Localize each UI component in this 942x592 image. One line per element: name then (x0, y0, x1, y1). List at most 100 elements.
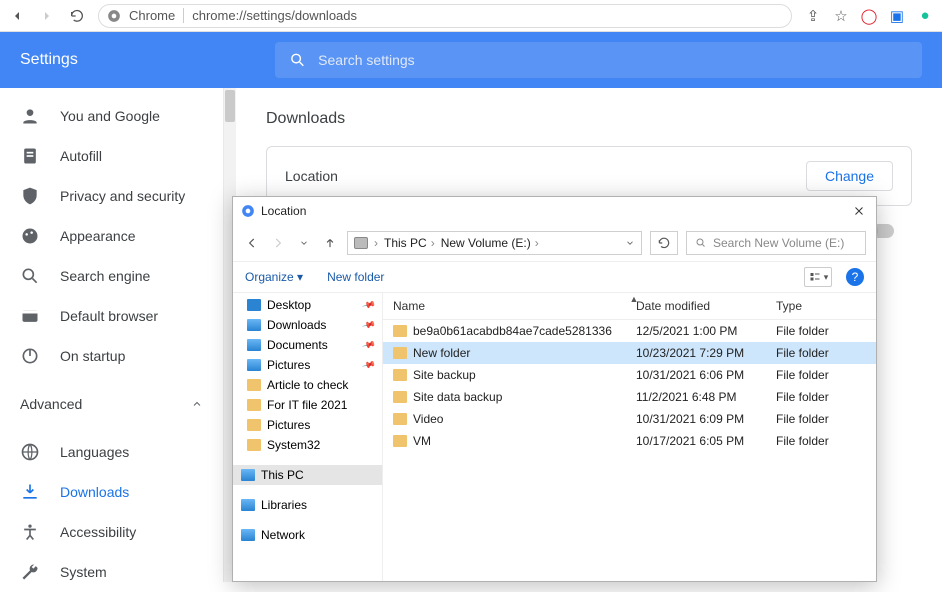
folder-icon (247, 399, 261, 411)
forward-button[interactable] (38, 7, 56, 25)
file-type: File folder (776, 324, 866, 338)
tree-folder[interactable]: System32 (233, 435, 382, 455)
sidebar-advanced-toggle[interactable]: Advanced (0, 384, 223, 424)
tree-this-pc[interactable]: This PC (233, 465, 382, 485)
sidebar-item-label: Search engine (60, 268, 150, 284)
sidebar-item-label: Default browser (60, 308, 158, 324)
dialog-toolbar: Organize ▾ New folder ▾ ? (233, 261, 876, 293)
address-url: chrome://settings/downloads (192, 8, 357, 23)
file-row[interactable]: VM10/17/2021 6:05 PMFile folder (383, 430, 876, 452)
sidebar-item-label: Accessibility (60, 524, 136, 540)
file-row[interactable]: be9a0b61acabdb84ae7cade528133612/5/2021 … (383, 320, 876, 342)
tree-documents[interactable]: Documents (233, 335, 382, 355)
dialog-search[interactable]: Search New Volume (E:) (686, 231, 866, 255)
share-icon[interactable]: ⇪ (804, 7, 822, 25)
sidebar-item-search-engine[interactable]: Search engine (0, 256, 223, 296)
new-folder-button[interactable]: New folder (327, 270, 384, 284)
sidebar-item-you-and-google[interactable]: You and Google (0, 96, 223, 136)
file-row[interactable]: Video10/31/2021 6:09 PMFile folder (383, 408, 876, 430)
documents-icon (247, 339, 261, 351)
reload-button[interactable] (68, 7, 86, 25)
dialog-titlebar: Location (233, 197, 876, 225)
dialog-back-button[interactable] (243, 234, 261, 252)
file-date: 10/31/2021 6:09 PM (636, 412, 776, 426)
dialog-search-placeholder: Search New Volume (E:) (713, 236, 844, 250)
search-icon (20, 266, 40, 286)
sort-indicator-icon: ▲ (630, 294, 639, 304)
dialog-path[interactable]: › This PC› New Volume (E:)› (347, 231, 642, 255)
path-crumb[interactable]: This PC› (384, 236, 435, 250)
back-button[interactable] (8, 7, 26, 25)
tree-desktop[interactable]: Desktop (233, 295, 382, 315)
dialog-recent-dropdown[interactable] (295, 234, 313, 252)
autofill-icon (20, 146, 40, 166)
file-date: 10/17/2021 6:05 PM (636, 434, 776, 448)
file-row[interactable]: New folder 10/23/2021 7:29 PMFile folder (383, 342, 876, 364)
path-crumb[interactable]: New Volume (E:)› (441, 236, 539, 250)
chrome-logo-icon (107, 9, 121, 23)
settings-title: Settings (0, 51, 275, 69)
person-icon (20, 106, 40, 126)
dialog-up-button[interactable] (321, 234, 339, 252)
folder-icon (393, 413, 407, 425)
bookmark-star-icon[interactable]: ☆ (832, 7, 850, 25)
browser-icon (20, 306, 40, 326)
sidebar-item-on-startup[interactable]: On startup (0, 336, 223, 376)
dialog-tree: Desktop Downloads Documents Pictures Art… (233, 293, 383, 581)
folder-icon (393, 391, 407, 403)
dialog-forward-button[interactable] (269, 234, 287, 252)
file-name: New folder (413, 346, 470, 360)
palette-icon (20, 226, 40, 246)
file-row[interactable]: Site data backup11/2/2021 6:48 PMFile fo… (383, 386, 876, 408)
file-date: 12/5/2021 1:00 PM (636, 324, 776, 338)
tree-folder[interactable]: For IT file 2021 (233, 395, 382, 415)
tree-folder[interactable]: Pictures (233, 415, 382, 435)
file-row[interactable]: Site backup10/31/2021 6:06 PMFile folder (383, 364, 876, 386)
dialog-close-button[interactable] (850, 202, 868, 220)
file-name: Site data backup (413, 390, 502, 404)
organize-menu[interactable]: Organize ▾ (245, 270, 303, 284)
sidebar-item-autofill[interactable]: Autofill (0, 136, 223, 176)
sidebar-item-privacy[interactable]: Privacy and security (0, 176, 223, 216)
sidebar-item-accessibility[interactable]: Accessibility (0, 512, 223, 552)
opera-ext-icon[interactable]: ◯ (860, 7, 878, 25)
file-date: 10/23/2021 7:29 PM (636, 346, 776, 360)
settings-search-input[interactable] (318, 52, 908, 68)
tree-libraries[interactable]: Libraries (233, 495, 382, 515)
download-icon (20, 482, 40, 502)
col-name[interactable]: Name (393, 299, 636, 313)
browser-toolbar: Chrome chrome://settings/downloads ⇪ ☆ ◯… (0, 0, 942, 32)
address-bar[interactable]: Chrome chrome://settings/downloads (98, 4, 792, 28)
col-date[interactable]: Date modified (636, 299, 776, 313)
path-dropdown[interactable] (625, 238, 635, 248)
download-icon (247, 319, 261, 331)
ext-icon-2[interactable]: ▣ (888, 7, 906, 25)
tree-network[interactable]: Network (233, 525, 382, 545)
help-button[interactable]: ? (846, 268, 864, 286)
tree-folder[interactable]: Article to check (233, 375, 382, 395)
sidebar-item-default-browser[interactable]: Default browser (0, 296, 223, 336)
dialog-refresh-button[interactable] (650, 231, 678, 255)
tree-downloads[interactable]: Downloads (233, 315, 382, 335)
col-type[interactable]: Type (776, 299, 866, 313)
change-button[interactable]: Change (806, 161, 893, 191)
grammarly-ext-icon[interactable]: ● (916, 7, 934, 25)
folder-icon (393, 369, 407, 381)
list-header: ▲ Name Date modified Type (383, 293, 876, 320)
advanced-label: Advanced (20, 396, 82, 412)
view-options-button[interactable]: ▾ (804, 267, 832, 287)
sidebar-item-languages[interactable]: Languages (0, 432, 223, 472)
tree-pictures[interactable]: Pictures (233, 355, 382, 375)
settings-search[interactable] (275, 42, 922, 78)
settings-header: Settings (0, 32, 942, 88)
sidebar-item-downloads[interactable]: Downloads (0, 472, 223, 512)
sidebar-item-appearance[interactable]: Appearance (0, 216, 223, 256)
folder-icon (393, 325, 407, 337)
file-type: File folder (776, 346, 866, 360)
settings-sidebar: You and Google Autofill Privacy and secu… (0, 88, 224, 582)
location-dialog: Location › This PC› New Volume (E:)› Sea… (232, 196, 877, 582)
wrench-icon (20, 562, 40, 582)
drive-icon (354, 237, 368, 249)
dialog-file-list: ▲ Name Date modified Type be9a0b61acabdb… (383, 293, 876, 581)
sidebar-item-system[interactable]: System (0, 552, 223, 592)
